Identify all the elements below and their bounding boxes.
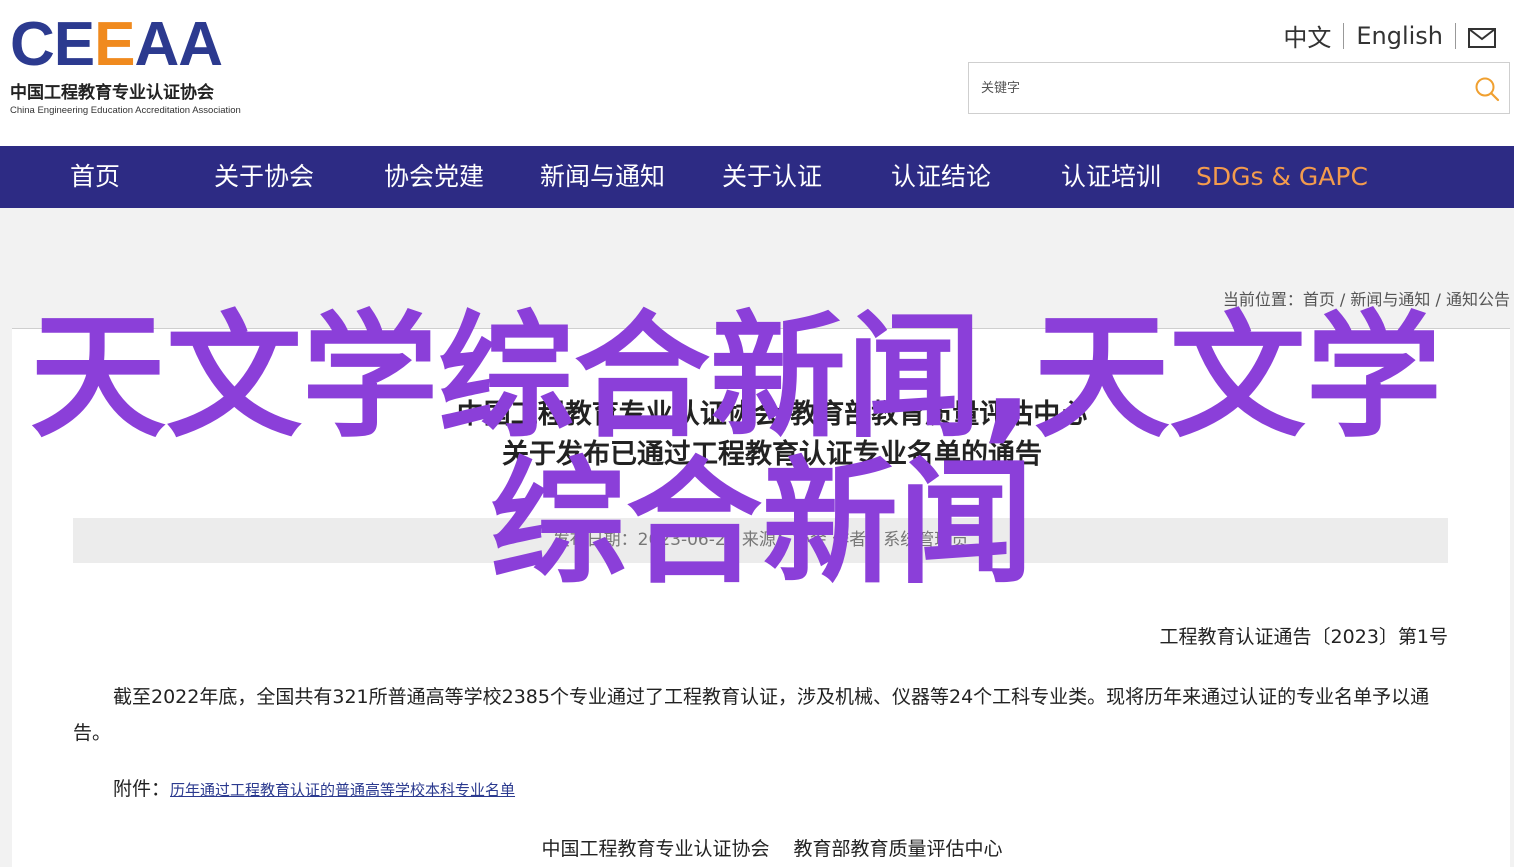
lang-divider [1455,22,1456,49]
lang-zh-link[interactable]: 中文 [1283,18,1331,53]
article-panel: 中国工程教育专业认证协会 教育部教育质量评估中心 关于发布已通过工程教育认证专业… [12,329,1510,867]
attachment: 附件：历年通过工程教育认证的普通高等学校本科专业名单 [113,774,515,801]
nav-item-news[interactable]: 新闻与通知 [540,146,665,208]
nav-item-accreditation[interactable]: 关于认证 [722,146,822,208]
nav-item-party[interactable]: 协会党建 [384,146,484,208]
lang-en-link[interactable]: English [1356,22,1443,50]
logo-mark-part-1: CE [10,10,95,79]
signature: 中国工程教育专业认证协会 教育部教育质量评估中心 [12,834,1514,861]
search-icon[interactable] [1473,75,1501,103]
breadcrumb-home[interactable]: 首页 [1303,290,1335,309]
article-title: 中国工程教育专业认证协会 教育部教育质量评估中心 关于发布已通过工程教育认证专业… [12,395,1514,475]
nav-item-results[interactable]: 认证结论 [891,146,991,208]
site-logo[interactable]: CEEAA 中国工程教育专业认证协会 China Engineering Edu… [10,14,270,117]
document-number: 工程教育认证通告〔2023〕第1号 [1159,626,1448,648]
breadcrumb-current[interactable]: 通知公告 [1446,290,1510,309]
lang-divider [1343,22,1345,49]
language-switch: 中文 English [1283,18,1496,53]
main-nav: 首页 关于协会 协会党建 新闻与通知 关于认证 认证结论 认证培训 SDGs &… [0,146,1514,208]
article-meta: 发布日期：2023-06-28 来源：协会 作者：系统管理员 [73,518,1448,563]
breadcrumb-prefix: 当前位置： [1222,290,1303,309]
logo-mark: CEEAA [10,14,270,76]
article-title-line-2: 关于发布已通过工程教育认证专业名单的通告 [502,439,1042,470]
attachment-link[interactable]: 历年通过工程教育认证的普通高等学校本科专业名单 [170,781,515,799]
breadcrumb-section[interactable]: 新闻与通知 [1350,290,1430,309]
nav-item-about[interactable]: 关于协会 [214,146,314,208]
logo-mark-part-3: AA [134,10,224,79]
nav-item-training[interactable]: 认证培训 [1061,146,1161,208]
search-box [968,62,1510,114]
site-header: CEEAA 中国工程教育专业认证协会 China Engineering Edu… [0,0,1514,146]
breadcrumb-separator: / [1430,290,1446,309]
attachment-label: 附件： [113,778,171,800]
breadcrumb-separator: / [1334,290,1351,309]
article-title-line-1: 中国工程教育专业认证协会 教育部教育质量评估中心 [456,399,1088,430]
signer-1: 中国工程教育专业认证协会 [541,838,770,860]
search-input[interactable] [969,63,1449,113]
nav-item-sdgs[interactable]: SDGs & GAPC [1196,146,1368,208]
breadcrumb: 当前位置：首页 / 新闻与通知 / 通知公告 [1223,286,1510,310]
signer-2: 教育部教育质量评估中心 [793,838,1003,860]
logo-name-en: China Engineering Education Accreditatio… [10,105,241,116]
logo-mark-part-2: E [94,10,135,79]
logo-name-cn: 中国工程教育专业认证协会 [10,83,214,103]
mail-icon[interactable] [1468,26,1496,48]
article-paragraph: 截至2022年底，全国共有321所普通高等学校2385个专业通过了工程教育认证，… [73,686,1430,744]
nav-item-home[interactable]: 首页 [70,146,120,208]
